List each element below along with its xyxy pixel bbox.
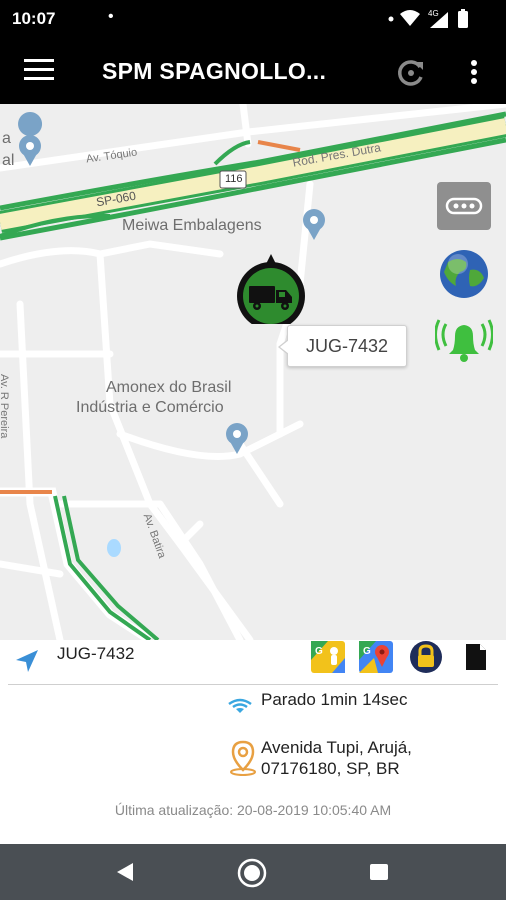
battery-icon (458, 11, 468, 28)
highway-shield-label: 116 (225, 173, 243, 185)
map-label-fragment: al (2, 152, 15, 169)
document-icon[interactable] (458, 640, 494, 674)
status-icons: 4G (388, 9, 468, 28)
more-options-icon[interactable] (437, 182, 491, 230)
app-bar: SPM SPAGNOLLO... (0, 38, 506, 104)
navigation-arrow-icon (16, 650, 38, 672)
svg-text:G: G (363, 646, 371, 657)
wifi-status-icon (228, 698, 252, 713)
globe-icon[interactable] (438, 248, 490, 300)
refresh-icon[interactable] (394, 56, 428, 90)
google-street-view-icon[interactable]: G (310, 640, 346, 674)
address-line-1: Avenida Tupi, Arujá, (261, 738, 412, 757)
app-screen: 10:07 • 4G SPM SPAGNOLLO... a al Av. Tóq… (0, 0, 506, 900)
location-pin-icon (230, 740, 256, 776)
vehicle-address: Avenida Tupi, Arujá, 07176180, SP, BR (261, 737, 491, 779)
last-update-text: Última atualização: 20-08-2019 10:05:40 … (114, 802, 392, 818)
recents-icon[interactable] (369, 863, 389, 881)
notification-dot: • (108, 8, 114, 25)
poi-label-amonex: Indústria e Comércio (76, 399, 224, 416)
address-line-2: 07176180, SP, BR (261, 759, 400, 778)
svg-text:G: G (315, 646, 323, 657)
app-title: SPM SPAGNOLLO... (102, 58, 327, 84)
wifi-icon (400, 10, 420, 26)
map-roads (0, 104, 506, 640)
status-bar: 10:07 • 4G (0, 0, 506, 38)
vehicle-marker[interactable] (235, 254, 307, 324)
map-view[interactable]: a al Av. Tóquio Rod. Pres. Dutra SP-060 … (0, 104, 506, 640)
poi-label-amonex: Amonex do Brasil (106, 379, 232, 396)
google-maps-icon[interactable]: G (358, 640, 394, 674)
vehicle-plate-callout[interactable]: JUG-7432 (278, 325, 407, 367)
back-icon[interactable] (114, 861, 136, 883)
vehicle-info-panel: JUG-7432 G G Parado 1min 14sec Avenida T… (0, 640, 506, 844)
hamburger-menu-icon[interactable] (24, 59, 54, 83)
map-label-fragment: a (2, 130, 11, 147)
system-nav-bar (0, 844, 506, 900)
network-type: 4G (428, 9, 439, 18)
alarm-bell-icon[interactable] (435, 314, 493, 364)
street-label: Av. R Pereira (0, 374, 10, 439)
dot-icon (388, 16, 394, 22)
vehicle-plate: JUG-7432 (57, 644, 135, 663)
more-vert-icon[interactable] (462, 56, 486, 88)
vehicle-status: Parado 1min 14sec (261, 690, 408, 709)
lock-icon[interactable] (408, 640, 444, 674)
panel-divider (8, 684, 498, 685)
status-time: 10:07 (12, 9, 56, 28)
home-icon[interactable] (236, 857, 268, 889)
poi-label-meiwa: Meiwa Embalagens (122, 217, 262, 234)
